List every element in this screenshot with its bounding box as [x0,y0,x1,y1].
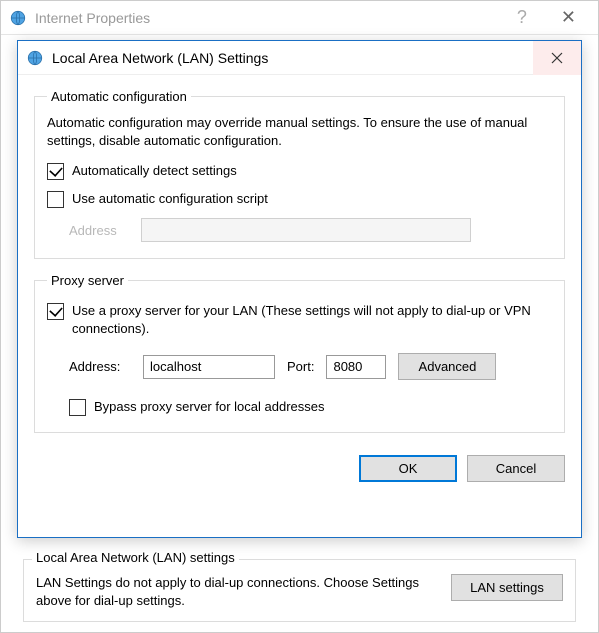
parent-close-button[interactable]: ✕ [547,7,590,28]
close-icon [551,52,563,64]
bypass-proxy-checkbox[interactable] [69,399,86,416]
auto-detect-label: Automatically detect settings [72,162,237,180]
bypass-proxy-label: Bypass proxy server for local addresses [94,398,324,416]
globe-icon [26,49,44,67]
proxy-server-legend: Proxy server [47,273,128,288]
auto-detect-checkbox[interactable] [47,163,64,180]
proxy-address-input[interactable] [143,355,275,379]
lan-settings-group: Local Area Network (LAN) settings LAN Se… [23,559,576,622]
advanced-button[interactable]: Advanced [398,353,496,380]
automatic-configuration-legend: Automatic configuration [47,89,191,104]
auto-config-address-input [141,218,471,242]
globe-icon [9,9,27,27]
parent-title: Internet Properties [35,10,497,26]
proxy-port-label: Port: [287,359,314,374]
use-proxy-label: Use a proxy server for your LAN (These s… [72,302,552,337]
auto-config-script-checkbox[interactable] [47,191,64,208]
cancel-button[interactable]: Cancel [467,455,565,482]
use-proxy-checkbox[interactable] [47,303,64,320]
help-button[interactable]: ? [497,7,547,28]
lan-settings-legend: Local Area Network (LAN) settings [32,550,239,565]
lan-settings-description: LAN Settings do not apply to dial-up con… [36,574,439,609]
dialog-titlebar: Local Area Network (LAN) Settings [18,41,581,75]
proxy-port-input[interactable] [326,355,386,379]
lan-settings-dialog: Local Area Network (LAN) Settings Automa… [17,40,582,538]
dialog-title: Local Area Network (LAN) Settings [52,50,533,66]
parent-titlebar: Internet Properties ? ✕ [1,1,598,35]
auto-config-address-label: Address [69,223,131,238]
lan-settings-button[interactable]: LAN settings [451,574,563,601]
ok-button[interactable]: OK [359,455,457,482]
proxy-server-group: Proxy server Use a proxy server for your… [34,273,565,433]
auto-config-script-label: Use automatic configuration script [72,190,268,208]
dialog-close-button[interactable] [533,41,581,75]
automatic-configuration-group: Automatic configuration Automatic config… [34,89,565,259]
automatic-configuration-description: Automatic configuration may override man… [47,114,552,150]
proxy-address-label: Address: [69,359,131,374]
